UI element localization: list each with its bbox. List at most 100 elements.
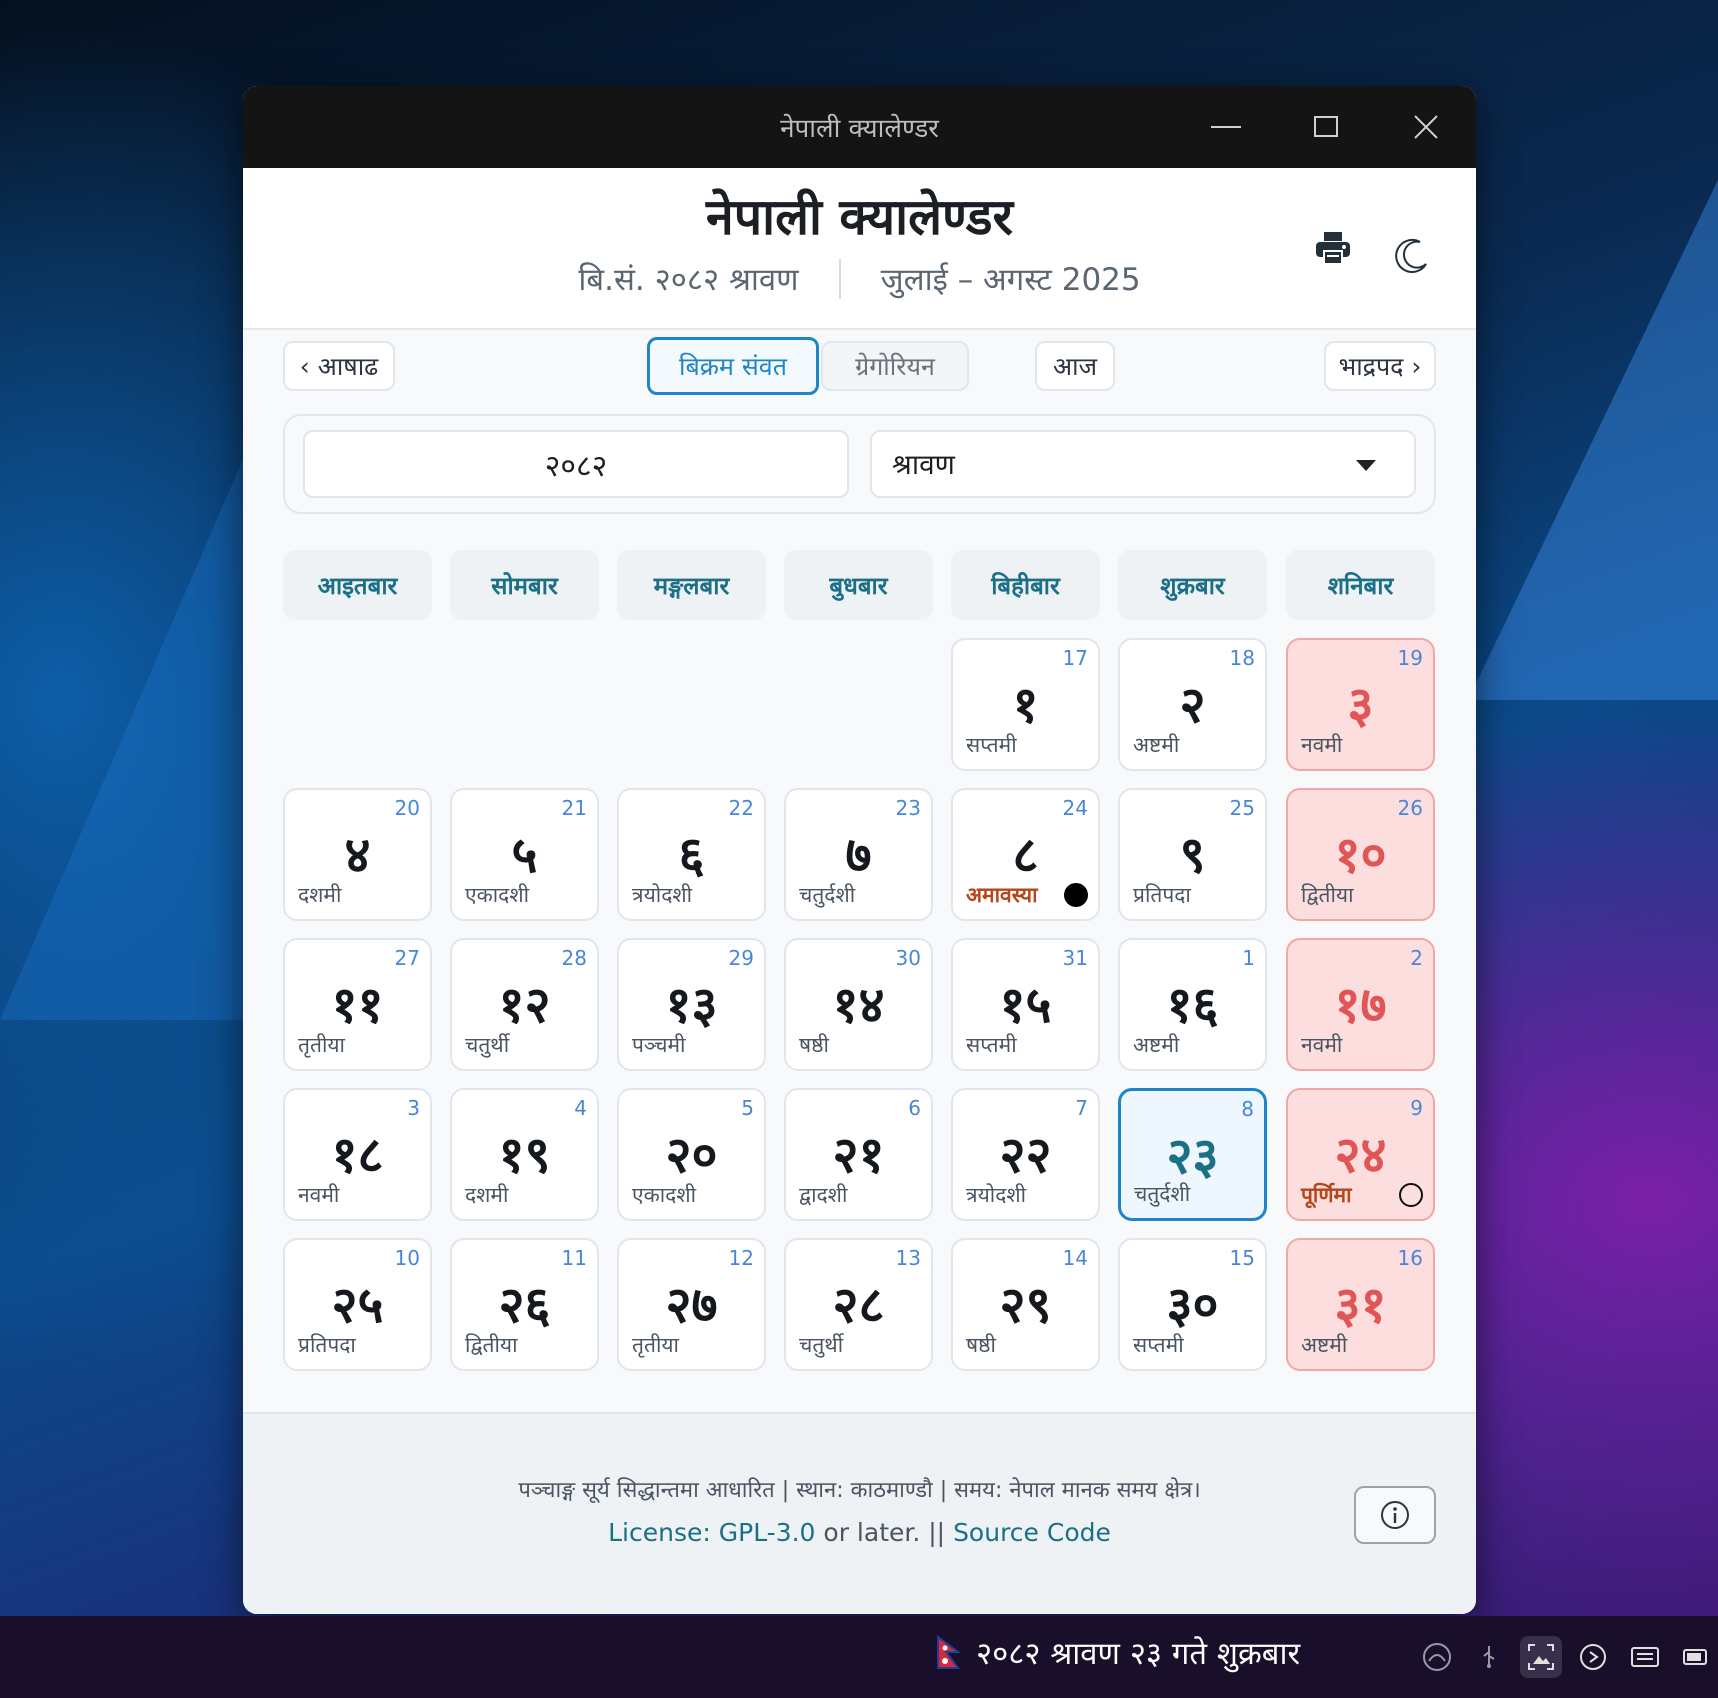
gregorian-date: 7 [1075,1096,1088,1120]
window-controls [1176,86,1476,168]
license-link[interactable]: License: GPL-3.0 [608,1518,815,1547]
today-button[interactable]: आज [1035,341,1115,391]
calendar-day[interactable]: 29 १३ पञ्चमी [617,938,766,1071]
footer: पञ्चाङ्ग सूर्य सिद्धान्तमा आधारित | स्था… [243,1412,1476,1614]
weekday-monday: सोमबार [450,550,599,620]
weekday-friday: शुक्रबार [1118,550,1267,620]
bs-date: २८ [832,1276,885,1334]
calendar-day[interactable]: 28 १२ चतुर्थी [450,938,599,1071]
calendar-day[interactable]: 2 १७ नवमी [1286,938,1435,1071]
calendar-day[interactable]: 11 २६ द्वितीया [450,1238,599,1371]
moon-icon [1395,239,1427,273]
window-title: नेपाली क्यालेण्डर [780,114,939,144]
calendar-day[interactable]: 31 १५ सप्तमी [951,938,1100,1071]
tithi-label: एकादशी [632,1183,697,1207]
calendar-day-today[interactable]: 8 २३ चतुर्दशी [1118,1088,1267,1221]
month-select[interactable]: श्रावण [870,430,1416,498]
tray-screenshot[interactable] [1520,1636,1562,1678]
date-picker: २०८२ श्रावण [283,414,1436,514]
calendar-day[interactable]: 25 ९ प्रतिपदा [1118,788,1267,921]
full-moon-icon [1399,1183,1423,1207]
minimize-button[interactable] [1176,86,1276,168]
calendar-day[interactable]: 19 ३ नवमी [1286,638,1435,771]
bs-date: २१ [832,1126,885,1184]
tithi-label: दशमी [298,883,342,907]
year-input[interactable]: २०८२ [303,430,849,498]
bs-date: ८ [1012,826,1039,884]
calendar-day[interactable]: 7 २२ त्रयोदशी [951,1088,1100,1221]
print-button[interactable] [1308,223,1358,273]
calendar-day[interactable]: 14 २९ षष्ठी [951,1238,1100,1371]
tray-media[interactable] [1572,1636,1614,1678]
tithi-label: पूर्णिमा [1301,1183,1352,1207]
calendar-day[interactable]: 9 २४ पूर्णिमा [1286,1088,1435,1221]
calendar-day[interactable]: 26 १० द्वितीया [1286,788,1435,921]
new-moon-icon [1064,883,1088,907]
calendar-day[interactable]: 4 १९ दशमी [450,1088,599,1221]
taskbar-date-widget[interactable]: २०८२ श्रावण २३ गते शुक्रबार [936,1632,1300,1674]
tithi-label: नवमी [298,1183,340,1207]
source-code-link[interactable]: Source Code [953,1518,1111,1547]
wallpaper-shard [0,420,260,1020]
calendar-day[interactable]: 18 २ अष्टमी [1118,638,1267,771]
bs-date: २२ [999,1126,1052,1184]
gregorian-date: 26 [1397,796,1423,820]
bs-date: २५ [331,1276,384,1334]
maximize-button[interactable] [1276,86,1376,168]
tithi-label: चतुर्थी [465,1033,510,1057]
calendar-day[interactable]: 20 ४ दशमी [283,788,432,921]
tithi-label: सप्तमी [966,733,1017,757]
calendar-day[interactable]: 22 ६ त्रयोदशी [617,788,766,921]
calendar-day[interactable]: 23 ७ चतुर्दशी [784,788,933,921]
prev-month-button[interactable]: ‹ आषाढ [283,341,395,391]
tithi-label: नवमी [1301,733,1343,757]
calendar-day[interactable]: 6 २१ द्वादशी [784,1088,933,1221]
calendar-day[interactable]: 30 १४ षष्ठी [784,938,933,1071]
tithi-label: पञ्चमी [632,1033,686,1057]
calendar-day[interactable]: 5 २० एकादशी [617,1088,766,1221]
calendar-day[interactable]: 24 ८ अमावस्या [951,788,1100,921]
bs-date: ५ [511,826,538,884]
calendar-day[interactable]: 10 २५ प्रतिपदा [283,1238,432,1371]
gregorian-date: 15 [1229,1246,1255,1270]
bs-date: ११ [331,976,384,1034]
gregorian-date: 3 [407,1096,420,1120]
gregorian-date: 4 [574,1096,587,1120]
gregorian-date: 13 [895,1246,921,1270]
bs-date: ३१ [1334,1276,1387,1334]
bs-date: २७ [665,1276,718,1334]
license-text: or later. || [815,1518,954,1547]
tray-usb[interactable] [1468,1636,1510,1678]
close-button[interactable] [1376,86,1476,168]
calendar-day[interactable]: 16 ३१ अष्टमी [1286,1238,1435,1371]
tray-keyboard[interactable] [1624,1636,1666,1678]
weekday-header: आइतबार सोमबार मङ्गलबार बुधबार बिहीबार शु… [283,550,1435,620]
info-button[interactable] [1354,1486,1436,1544]
calendar-grid: 17 १ सप्तमी 18 २ अष्टमी 19 ३ नवमी 20 ४ दशमी 21 ५ एकादश… [283,638,1435,1378]
calendar-day[interactable]: 17 १ सप्तमी [951,638,1100,771]
calendar-day[interactable]: 3 १८ नवमी [283,1088,432,1221]
tab-gregorian[interactable]: ग्रेगोरियन [821,341,969,391]
calendar-day[interactable]: 13 २८ चतुर्थी [784,1238,933,1371]
gregorian-date: 2 [1410,946,1423,970]
dark-mode-toggle[interactable] [1386,230,1436,280]
bs-date: २३ [1166,1127,1219,1185]
calendar-day[interactable]: 15 ३० सप्तमी [1118,1238,1267,1371]
calendar-day[interactable]: 27 ११ तृतीया [283,938,432,1071]
next-month-button[interactable]: भाद्रपद › [1324,341,1436,391]
gregorian-date: 6 [908,1096,921,1120]
system-tray [1406,1636,1718,1678]
gregorian-date: 12 [728,1246,754,1270]
tithi-label: अष्टमी [1133,733,1180,757]
tithi-label: तृतीया [298,1033,345,1057]
taskbar-date-text: २०८२ श्रावण २३ गते शुक्रबार [976,1636,1301,1672]
tithi-label: षष्ठी [966,1333,996,1357]
tab-bikram-sambat[interactable]: बिक्रम संवत [647,337,819,395]
tray-app-icon[interactable] [1416,1636,1458,1678]
calendar-day[interactable]: 21 ५ एकादशी [450,788,599,921]
calendar-day[interactable]: 1 १६ अष्टमी [1118,938,1267,1071]
bs-date: १ [1012,676,1039,734]
calendar-day[interactable]: 12 २७ तृतीया [617,1238,766,1371]
tray-battery[interactable] [1676,1636,1718,1678]
weekday-saturday: शनिबार [1286,550,1435,620]
